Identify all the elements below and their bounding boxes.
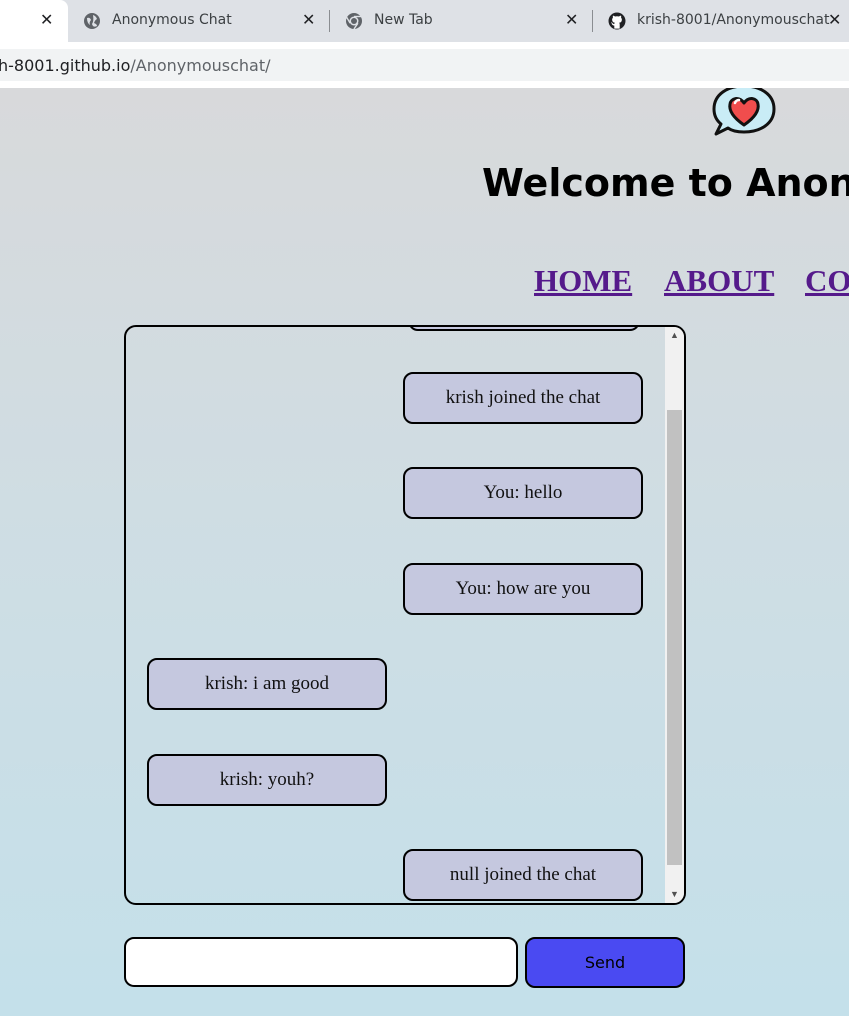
- url-path: /Anonymouschat/: [130, 55, 271, 75]
- tab-title: Anonymous Chat: [112, 12, 232, 28]
- tab-divider: [329, 10, 330, 32]
- globe-icon: [84, 13, 100, 29]
- tab-new-tab[interactable]: New Tab ✕: [345, 0, 590, 42]
- chat-message: krish: youh?: [147, 754, 387, 806]
- close-icon[interactable]: ✕: [828, 12, 841, 28]
- address-bar: h-8001.github.io/Anonymouschat/: [0, 42, 849, 88]
- chat-message: krish: i am good: [147, 658, 387, 710]
- chat-heart-icon: [712, 88, 776, 136]
- page-title: Welcome to Anonym: [482, 161, 849, 205]
- chat-message: You: how are you: [403, 563, 643, 615]
- chat-message: krish joined the chat: [403, 372, 643, 424]
- page: Welcome to Anonym HOME ABOUT CO krish jo…: [0, 88, 849, 1016]
- chat-message: null joined the chat: [403, 849, 643, 901]
- tab-divider: [592, 10, 593, 32]
- chat-message: You: hello: [403, 467, 643, 519]
- tab-anonymous-chat[interactable]: Anonymous Chat ✕: [83, 0, 328, 42]
- omnibox[interactable]: h-8001.github.io/Anonymouschat/: [0, 49, 849, 81]
- close-icon[interactable]: ✕: [302, 12, 315, 28]
- tab-title: krish-8001/Anonymouschat: [637, 12, 830, 28]
- chat-message-partial: [408, 327, 640, 331]
- chat-scrollbar[interactable]: ▲ ▼: [665, 327, 684, 903]
- scrollbar-thumb[interactable]: [667, 410, 682, 865]
- send-button[interactable]: Send: [525, 937, 685, 988]
- url-text[interactable]: h-8001.github.io/Anonymouschat/: [0, 56, 271, 75]
- tab-strip: ✕ Anonymous Chat ✕ New Tab ✕ krish-8001/…: [0, 0, 849, 42]
- chat-window[interactable]: krish joined the chat You: hello You: ho…: [124, 325, 686, 905]
- close-icon[interactable]: ✕: [40, 12, 53, 28]
- nav-link-about[interactable]: ABOUT: [664, 263, 774, 299]
- scroll-up-arrow-icon[interactable]: ▲: [665, 327, 684, 344]
- github-icon: [608, 12, 626, 30]
- scroll-down-arrow-icon[interactable]: ▼: [665, 886, 684, 903]
- nav-link-contact[interactable]: CO: [805, 263, 849, 299]
- tab-github[interactable]: krish-8001/Anonymouschat ✕: [608, 0, 849, 42]
- nav-link-home[interactable]: HOME: [534, 263, 632, 299]
- tab-active[interactable]: ✕: [0, 0, 68, 42]
- close-icon[interactable]: ✕: [565, 12, 578, 28]
- chrome-icon: [345, 13, 362, 30]
- tab-title: New Tab: [374, 12, 433, 28]
- message-input[interactable]: [124, 937, 518, 987]
- url-host: h-8001.github.io: [0, 55, 131, 75]
